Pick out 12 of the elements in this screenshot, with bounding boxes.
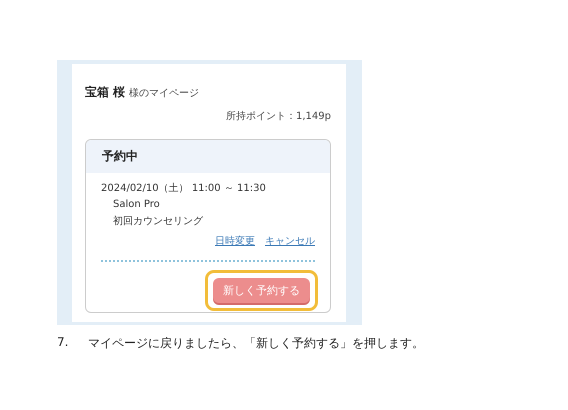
- points-balance: 所持ポイント：1,149p: [226, 110, 331, 123]
- new-reservation-button[interactable]: 新しく予約する: [213, 278, 310, 303]
- menu-name: 初回カウンセリング: [112, 214, 204, 228]
- user-name: 宝箱 桜: [85, 84, 126, 101]
- card-header: 予約中: [86, 140, 330, 173]
- step-number: 7.: [57, 335, 70, 351]
- step-text: マイページに戻りましたら、「新しく予約する」を押します。: [88, 335, 424, 352]
- reservation-datetime: 2024/02/10（土） 11:00 ～ 11:30: [101, 182, 267, 195]
- shop-name: Salon Pro: [112, 199, 161, 210]
- page-title: 様のマイページ: [129, 86, 200, 100]
- reservation-link[interactable]: 日時変更: [215, 234, 255, 248]
- reservation-link[interactable]: キャンセル: [265, 234, 315, 248]
